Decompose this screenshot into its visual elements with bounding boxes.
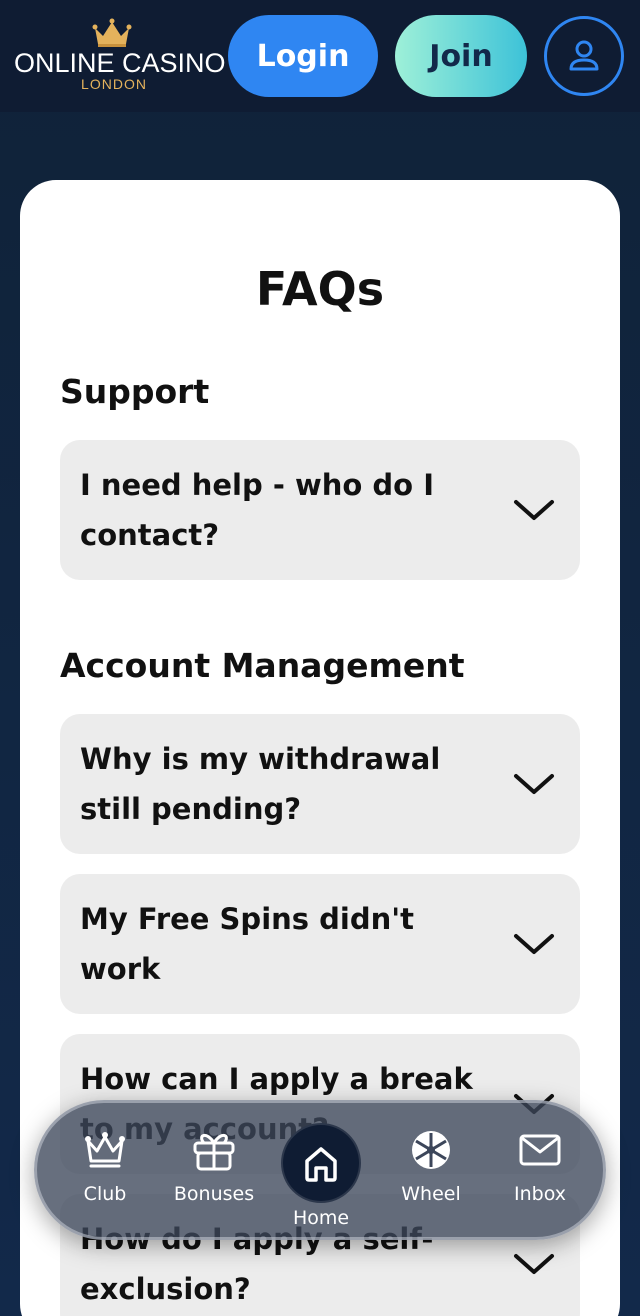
wheel-icon (412, 1131, 450, 1169)
site-logo[interactable]: ONLINE CASINO LONDON (14, 16, 226, 96)
chevron-down-icon (514, 1254, 554, 1274)
logo-sub-text: LONDON (81, 76, 147, 92)
nav-label: Club (83, 1183, 127, 1205)
user-icon (569, 40, 599, 71)
nav-item-home[interactable] (281, 1123, 361, 1203)
top-header: ONLINE CASINO LONDON Login Join (0, 0, 640, 112)
bottom-nav: Club Bonuses Home Wheel Inbox (34, 1100, 606, 1240)
faq-item[interactable]: I need help - who do I contact? (60, 440, 580, 580)
logo-brand-text: ONLINE CASINO (14, 48, 226, 78)
profile-button[interactable] (544, 16, 624, 96)
faq-question: I need help - who do I contact? (80, 468, 434, 552)
crown-icon (85, 1132, 125, 1168)
crown-logo-icon (92, 18, 132, 47)
mail-icon (519, 1134, 561, 1166)
faq-item[interactable]: My Free Spins didn't work (60, 874, 580, 1014)
chevron-down-icon (514, 934, 554, 954)
gift-icon (193, 1134, 235, 1171)
section-title-account-management: Account Management (60, 646, 465, 685)
login-button[interactable]: Login (228, 15, 378, 97)
chevron-down-icon (514, 774, 554, 794)
nav-label-home: Home (292, 1207, 350, 1229)
nav-label: Bonuses (173, 1183, 255, 1205)
faq-question: Why is my withdrawal still pending? (80, 742, 441, 826)
home-icon (305, 1147, 337, 1182)
nav-label: Wheel (401, 1183, 461, 1205)
chevron-down-icon (514, 500, 554, 520)
faq-question: My Free Spins didn't work (80, 902, 414, 986)
join-button[interactable]: Join (395, 15, 527, 97)
nav-label: Inbox (514, 1183, 566, 1205)
section-title-support: Support (60, 372, 210, 411)
nav-item-bonuses[interactable]: Bonuses (164, 1125, 264, 1205)
nav-item-inbox[interactable]: Inbox (490, 1125, 590, 1205)
nav-item-club[interactable]: Club (55, 1125, 155, 1205)
nav-item-wheel[interactable]: Wheel (381, 1125, 481, 1205)
faq-item[interactable]: Why is my withdrawal still pending? (60, 714, 580, 854)
page-title: FAQs (255, 262, 385, 316)
